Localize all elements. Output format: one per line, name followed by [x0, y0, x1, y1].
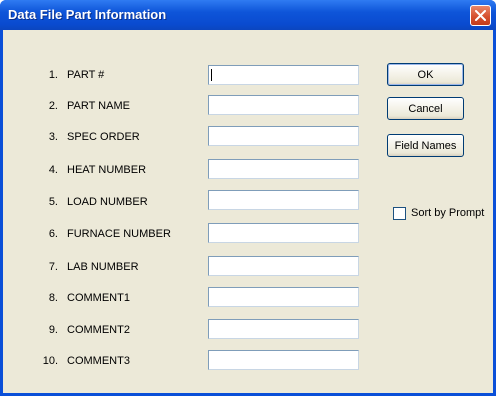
field-label: COMMENT1	[67, 292, 130, 304]
field-label: COMMENT2	[67, 324, 130, 336]
field-number: 7.	[48, 261, 58, 273]
part-name-input[interactable]	[208, 95, 359, 115]
load-number-input[interactable]	[208, 190, 359, 210]
field-names-button[interactable]: Field Names	[387, 134, 464, 157]
window-title: Data File Part Information	[8, 7, 167, 22]
dialog-body: 1. PART # 2. PART NAME 3. SPEC ORDER 4. …	[3, 30, 493, 393]
field-number: 2.	[48, 100, 58, 112]
field-number: 9.	[48, 324, 58, 336]
field-number: 8.	[48, 292, 58, 304]
field-number: 10.	[42, 355, 58, 367]
text-caret	[211, 69, 212, 81]
title-bar[interactable]: Data File Part Information	[0, 0, 496, 30]
field-label: COMMENT3	[67, 355, 130, 367]
field-number: 6.	[48, 228, 58, 240]
dialog-window: Data File Part Information 1. PART # 2. …	[0, 0, 496, 396]
field-number: 5.	[48, 196, 58, 208]
close-icon	[475, 10, 486, 21]
sort-by-prompt-label[interactable]: Sort by Prompt	[411, 207, 484, 219]
part-number-input[interactable]	[208, 65, 359, 85]
field-label: LOAD NUMBER	[67, 196, 148, 208]
sort-by-prompt-checkbox[interactable]	[393, 207, 406, 220]
comment3-input[interactable]	[208, 350, 359, 370]
heat-number-input[interactable]	[208, 159, 359, 179]
field-label: FURNACE NUMBER	[67, 228, 171, 240]
field-label: SPEC ORDER	[67, 131, 140, 143]
field-number: 4.	[48, 164, 58, 176]
field-label: LAB NUMBER	[67, 261, 139, 273]
field-number: 3.	[48, 131, 58, 143]
field-label: PART #	[67, 69, 105, 81]
field-label: PART NAME	[67, 100, 130, 112]
ok-button[interactable]: OK	[387, 63, 464, 86]
lab-number-input[interactable]	[208, 256, 359, 276]
spec-order-input[interactable]	[208, 126, 359, 146]
field-number: 1.	[48, 69, 58, 81]
cancel-button[interactable]: Cancel	[387, 97, 464, 120]
close-button[interactable]	[470, 5, 491, 26]
comment1-input[interactable]	[208, 287, 359, 307]
comment2-input[interactable]	[208, 319, 359, 339]
furnace-number-input[interactable]	[208, 223, 359, 243]
field-label: HEAT NUMBER	[67, 164, 147, 176]
